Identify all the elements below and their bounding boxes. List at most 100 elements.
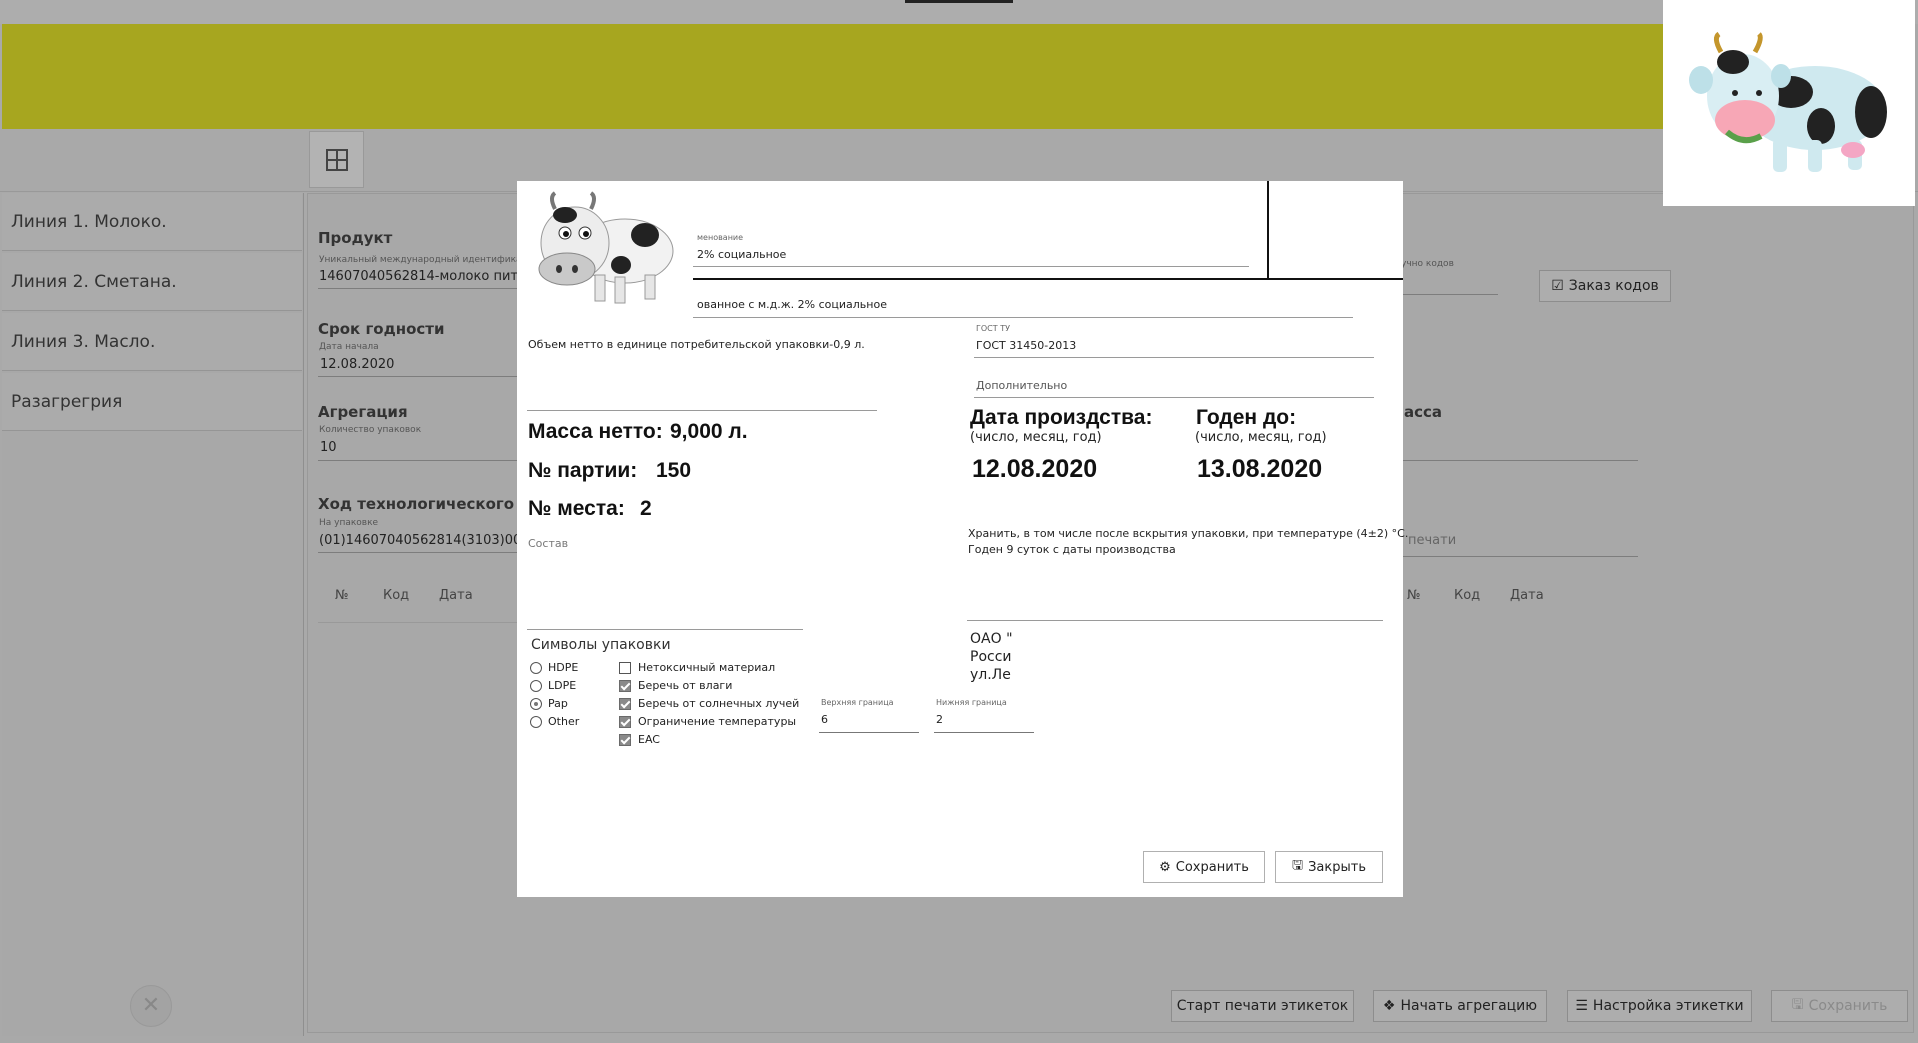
- mass-label: Масса нетто:: [528, 420, 663, 443]
- checkbox-non-toxic-label: Нетоксичный материал: [638, 661, 776, 674]
- mass-value: 9,000 л.: [670, 420, 748, 443]
- extra-underline: [974, 397, 1374, 398]
- lower-bound-field[interactable]: 2: [936, 713, 943, 726]
- close-icon: ✕: [141, 993, 161, 1018]
- checkbox-eac-label: EAC: [638, 733, 660, 746]
- start-date-label: Дата начала: [319, 342, 379, 352]
- sidebar-item-disaggregation[interactable]: Разагрегрия: [2, 373, 302, 431]
- start-date-underline: [318, 376, 528, 377]
- checkbox-keep-dry[interactable]: [619, 680, 631, 692]
- cow-image: [525, 185, 689, 311]
- checkbox-temp-limit[interactable]: [619, 716, 631, 728]
- order-codes-button[interactable]: ☑ Заказ кодов: [1539, 270, 1671, 302]
- sidebar-item-line1[interactable]: Линия 1. Молоко.: [2, 193, 302, 251]
- left-col-code: Код: [383, 588, 410, 603]
- title-bar: [0, 0, 1918, 24]
- radio-pap[interactable]: [530, 698, 542, 710]
- storage-line-2: Годен 9 суток с даты производства: [968, 543, 1176, 556]
- place-value: 2: [640, 497, 652, 520]
- prod-date-title: Дата произдства:: [970, 406, 1153, 429]
- name-field[interactable]: 2% социальное: [697, 248, 786, 261]
- gtin-label: Уникальный международный идентифика: [319, 255, 522, 265]
- place-label: № места:: [528, 497, 625, 520]
- lower-bound-label: Нижняя граница: [936, 698, 1007, 707]
- address-line: Росси: [970, 649, 1012, 665]
- start-date-field[interactable]: 12.08.2020: [320, 357, 394, 372]
- upper-bound-field[interactable]: 6: [821, 713, 828, 726]
- full-name-field[interactable]: ованное с м.д.ж. 2% социальное: [697, 298, 887, 311]
- dialog-close-button[interactable]: 🖫 Закрыть: [1275, 851, 1383, 883]
- checkbox-non-toxic[interactable]: [619, 662, 631, 674]
- pack-field[interactable]: (01)14607040562814(3103)0090: [319, 533, 538, 548]
- checkbox-eac[interactable]: [619, 734, 631, 746]
- radio-ldpe-label: LDPE: [548, 679, 577, 692]
- codes-label: учно кодов: [1401, 259, 1454, 269]
- radio-ldpe[interactable]: [530, 680, 542, 692]
- composition-label: Состав: [528, 537, 569, 550]
- header-band: [2, 24, 1664, 129]
- radio-pap-label: Pap: [548, 697, 568, 710]
- right-col-date: Дата: [1510, 588, 1544, 603]
- pack-label: На упаковке: [319, 518, 379, 528]
- pack-underline: [318, 552, 528, 553]
- prod-date-sub: (число, месяц, год): [970, 430, 1102, 445]
- left-table-divider: [318, 622, 528, 623]
- count-label: Количество упаковок: [319, 425, 422, 435]
- address-block: ОАО " Росси ул.Ле: [970, 631, 1015, 691]
- volume-text: Объем нетто в единице потребительской уп…: [528, 338, 865, 351]
- dialog-vertical-divider: [1267, 181, 1269, 279]
- list-icon: ☰: [1575, 998, 1588, 1014]
- checkbox-keep-dry-label: Беречь от влаги: [638, 679, 733, 692]
- start-aggregation-button[interactable]: ❖ Начать агрегацию: [1373, 990, 1547, 1022]
- grid-view-button[interactable]: [309, 131, 364, 188]
- product-heading: Продукт: [318, 229, 393, 247]
- checkbox-keep-from-sun-label: Беречь от солнечных лучей: [638, 697, 800, 710]
- full-name-underline: [693, 317, 1353, 318]
- active-tab-indicator: [905, 0, 1013, 3]
- sidebar-item-label: Линия 3. Масло.: [11, 332, 156, 352]
- dropbox-icon: ❖: [1382, 998, 1396, 1014]
- composition-underline: [527, 629, 803, 630]
- address-line: ОАО ": [970, 631, 1013, 647]
- sidebar-item-line2[interactable]: Линия 2. Сметана.: [2, 253, 302, 311]
- dialog-save-button[interactable]: ⚙ Сохранить: [1143, 851, 1265, 883]
- checkbox-keep-from-sun[interactable]: [619, 698, 631, 710]
- gtin-field[interactable]: 14607040562814-молоко пите: [319, 269, 526, 284]
- right-col-code: Код: [1454, 588, 1481, 603]
- codes-underline: [1398, 294, 1498, 295]
- sidebar-item-line3[interactable]: Линия 3. Масло.: [2, 313, 302, 371]
- sidebar-item-label: Разагрегрия: [11, 392, 123, 412]
- label-settings-button[interactable]: ☰ Настройка этикетки: [1567, 990, 1752, 1022]
- lower-bound-underline: [934, 732, 1034, 733]
- batch-value: 150: [656, 459, 692, 482]
- gost-underline: [974, 357, 1374, 358]
- count-underline: [318, 460, 528, 461]
- batch-label: № партии:: [528, 459, 638, 482]
- symbols-title: Символы упаковки: [531, 637, 671, 653]
- left-col-number: №: [335, 588, 349, 603]
- mass-heading: асса: [1404, 403, 1443, 421]
- save-button[interactable]: 🖫 Сохранить: [1771, 990, 1908, 1022]
- radio-hdpe[interactable]: [530, 662, 542, 674]
- upper-bound-underline: [819, 732, 919, 733]
- expiry-value: 13.08.2020: [1197, 455, 1323, 483]
- floppy-icon: 🖫: [1292, 858, 1304, 873]
- shelf-life-heading: Срок годности: [318, 320, 445, 338]
- print-field[interactable]: печати: [1408, 533, 1456, 548]
- floppy-icon: 🖫: [1791, 997, 1804, 1013]
- mass-underline: [1398, 460, 1638, 461]
- expiry-sub: (число, месяц, год): [1195, 430, 1327, 445]
- process-heading: Ход технологического про: [318, 495, 551, 513]
- radio-hdpe-label: HDPE: [548, 661, 579, 674]
- prod-date-value: 12.08.2020: [972, 455, 1098, 483]
- gtin-underline: [318, 288, 528, 289]
- start-print-button[interactable]: Старт печати этикеток: [1171, 990, 1354, 1022]
- extra-field[interactable]: Дополнительно: [976, 379, 1067, 392]
- close-button[interactable]: ✕: [130, 985, 172, 1027]
- left-col-date: Дата: [439, 588, 473, 603]
- radio-other-label: Other: [548, 715, 580, 728]
- count-field[interactable]: 10: [320, 440, 337, 455]
- gost-field[interactable]: ГОСТ 31450-2013: [976, 339, 1076, 352]
- radio-other[interactable]: [530, 716, 542, 728]
- checkbox-temp-limit-label: Ограничение температуры: [638, 715, 797, 728]
